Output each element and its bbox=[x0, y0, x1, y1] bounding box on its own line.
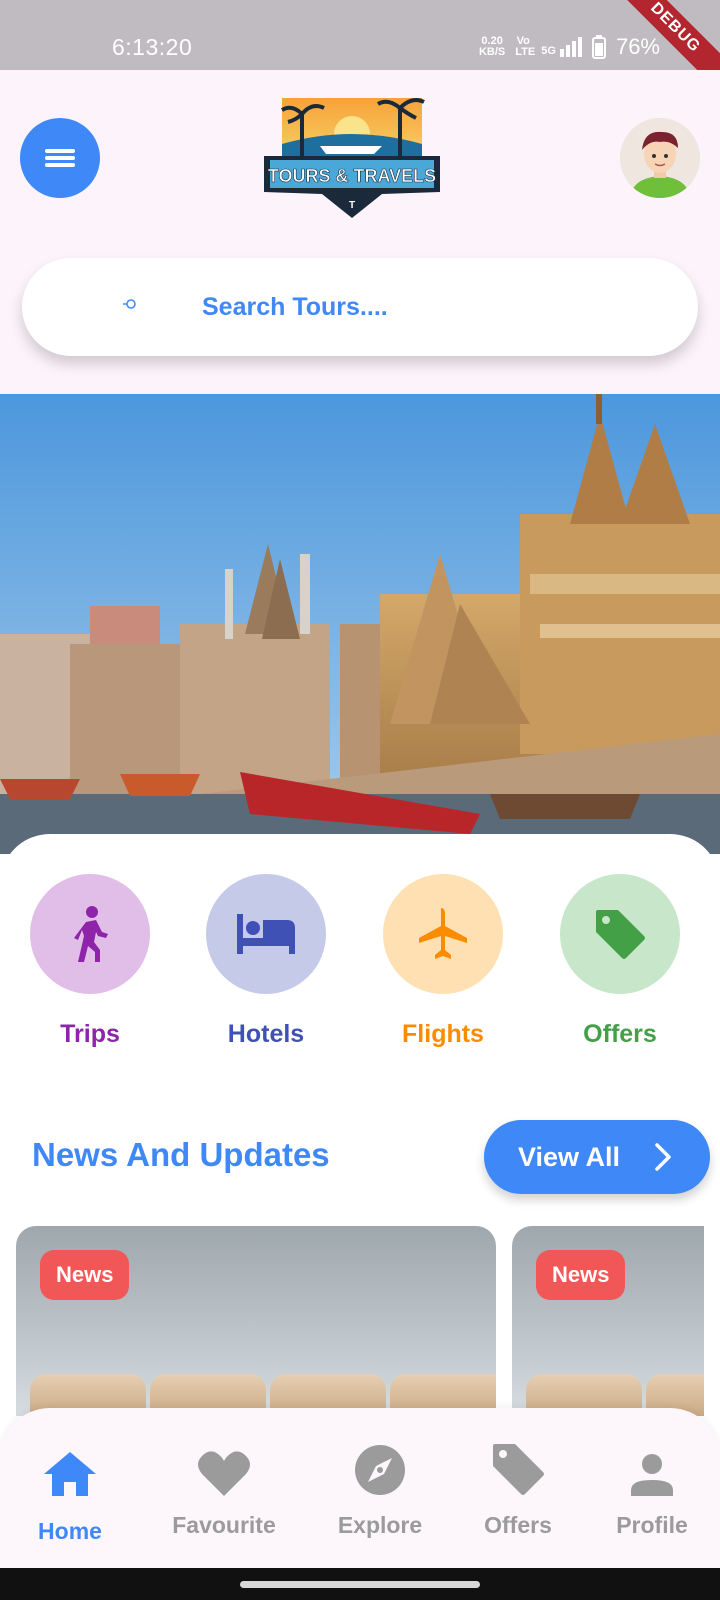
airplane-icon bbox=[419, 908, 467, 959]
category-trips[interactable]: Trips bbox=[30, 874, 150, 1049]
category-label: Trips bbox=[60, 1020, 120, 1048]
news-card[interactable]: News bbox=[16, 1226, 496, 1416]
svg-text:T: T bbox=[349, 200, 355, 211]
search-icon bbox=[122, 296, 138, 317]
home-indicator[interactable] bbox=[240, 1581, 480, 1588]
category-icon-circle bbox=[560, 874, 680, 994]
heart-icon bbox=[198, 1451, 250, 1496]
category-icon-circle bbox=[30, 874, 150, 994]
status-icons: 0.20 KB/S Vo LTE 5G 76% bbox=[479, 34, 660, 60]
content-panel: Trips Hotels Flights Offers News And Upd… bbox=[0, 834, 720, 1434]
nav-label: Explore bbox=[337, 1512, 423, 1538]
ghat-temple-illustration bbox=[0, 394, 720, 854]
category-offers[interactable]: Offers bbox=[560, 874, 680, 1049]
svg-text:TOURS & TRAVELS: TOURS & TRAVELS bbox=[268, 166, 436, 186]
walking-person-icon bbox=[74, 906, 108, 962]
category-label: Hotels bbox=[227, 1020, 305, 1048]
search-input[interactable] bbox=[202, 284, 662, 330]
category-label: Flights bbox=[402, 1020, 484, 1048]
section-title: News And Updates bbox=[32, 1136, 330, 1173]
nav-label: Favourite bbox=[172, 1512, 276, 1538]
battery-icon bbox=[591, 35, 606, 59]
hamburger-icon bbox=[45, 146, 75, 170]
header: TOURS & TRAVELS T bbox=[0, 70, 720, 394]
nav-profile[interactable]: Profile bbox=[592, 1438, 712, 1539]
view-all-button[interactable]: View All bbox=[484, 1120, 710, 1194]
battery-level: 76% bbox=[615, 34, 660, 59]
nav-offers[interactable]: Offers bbox=[458, 1438, 578, 1539]
hero-banner-image[interactable] bbox=[0, 394, 720, 854]
nav-label: Offers bbox=[484, 1512, 552, 1538]
volte-indicator: Vo LTE bbox=[515, 35, 536, 58]
category-hotels[interactable]: Hotels bbox=[206, 874, 326, 1049]
status-time: 6:13:20 bbox=[112, 34, 193, 60]
search-bar[interactable] bbox=[22, 258, 698, 356]
tag-icon bbox=[596, 910, 645, 959]
compass-icon bbox=[355, 1445, 405, 1495]
bed-icon bbox=[237, 914, 295, 954]
tag-icon bbox=[493, 1444, 544, 1495]
avatar-icon bbox=[620, 118, 700, 198]
news-badge: News bbox=[40, 1250, 130, 1300]
app-logo: TOURS & TRAVELS T bbox=[264, 98, 440, 218]
chevron-right-icon bbox=[655, 1143, 671, 1171]
gesture-bar bbox=[0, 1568, 720, 1600]
view-all-label: View All bbox=[518, 1141, 621, 1172]
category-icon-circle bbox=[206, 874, 326, 994]
person-icon bbox=[631, 1454, 673, 1496]
news-card[interactable]: News bbox=[512, 1226, 704, 1416]
menu-button[interactable] bbox=[20, 118, 100, 198]
category-icon-circle bbox=[383, 874, 503, 994]
status-bar: 6:13:20 0.20 KB/S Vo LTE 5G 76% DEBUG bbox=[0, 0, 720, 99]
nav-label: Home bbox=[38, 1518, 102, 1544]
nav-explore[interactable]: Explore bbox=[320, 1438, 440, 1539]
nav-home[interactable]: Home bbox=[10, 1438, 130, 1545]
category-flights[interactable]: Flights bbox=[383, 874, 503, 1049]
user-avatar[interactable] bbox=[620, 118, 700, 198]
nav-label: Profile bbox=[616, 1512, 688, 1538]
home-icon bbox=[44, 1452, 96, 1496]
nav-favourite[interactable]: Favourite bbox=[164, 1438, 284, 1539]
network-speed: 0.20 KB/S bbox=[478, 35, 506, 58]
bottom-navigation: Home Favourite Explore Offers Profile bbox=[0, 1408, 720, 1568]
signal-icon: 5G bbox=[541, 37, 582, 57]
news-badge: News bbox=[536, 1250, 626, 1300]
category-label: Offers bbox=[583, 1020, 657, 1048]
